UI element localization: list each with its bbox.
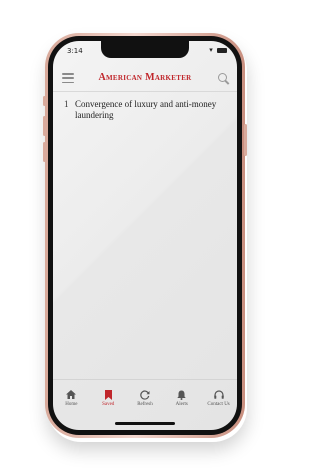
battery-icon bbox=[217, 47, 227, 53]
side-button-volume-up bbox=[43, 116, 46, 136]
notch bbox=[101, 41, 189, 58]
tab-contact-us-label: Contact Us bbox=[207, 402, 230, 407]
item-title[interactable]: Convergence of luxury and anti-money lau… bbox=[75, 99, 227, 121]
search-icon[interactable] bbox=[218, 73, 227, 82]
phone-screen: 3:14 ▾ American Marketer 1 Convergence o… bbox=[53, 41, 237, 430]
side-button-mute bbox=[43, 96, 46, 106]
app-header: American Marketer bbox=[53, 67, 237, 92]
status-icons: ▾ bbox=[209, 46, 227, 54]
tab-saved[interactable]: Saved bbox=[90, 389, 126, 407]
item-number: 1 bbox=[64, 99, 69, 109]
side-button-volume-down bbox=[43, 142, 46, 162]
tab-home[interactable]: Home bbox=[53, 389, 89, 407]
bookmark-icon bbox=[103, 389, 114, 400]
tab-saved-label: Saved bbox=[102, 402, 115, 407]
bell-icon bbox=[176, 389, 187, 400]
side-button-power bbox=[244, 124, 247, 156]
list-item[interactable]: 1 Convergence of luxury and anti-money l… bbox=[53, 99, 237, 121]
wifi-icon: ▾ bbox=[209, 46, 214, 54]
tab-contact-us[interactable]: Contact Us bbox=[201, 389, 237, 407]
refresh-icon bbox=[139, 389, 150, 400]
brand-logo[interactable]: American Marketer bbox=[53, 72, 237, 83]
tab-home-label: Home bbox=[65, 402, 78, 407]
headphones-icon bbox=[213, 389, 224, 400]
home-indicator[interactable] bbox=[115, 422, 175, 425]
status-time: 3:14 bbox=[67, 47, 83, 55]
tab-alerts[interactable]: Alerts bbox=[164, 389, 200, 407]
home-icon bbox=[66, 389, 77, 400]
tab-alerts-label: Alerts bbox=[175, 402, 188, 407]
tab-refresh-label: Refresh bbox=[137, 402, 153, 407]
tab-refresh[interactable]: Refresh bbox=[127, 389, 163, 407]
tab-bar: Home Saved Refresh Alerts Contact Us bbox=[53, 379, 237, 416]
article-list: 1 Convergence of luxury and anti-money l… bbox=[53, 99, 237, 121]
